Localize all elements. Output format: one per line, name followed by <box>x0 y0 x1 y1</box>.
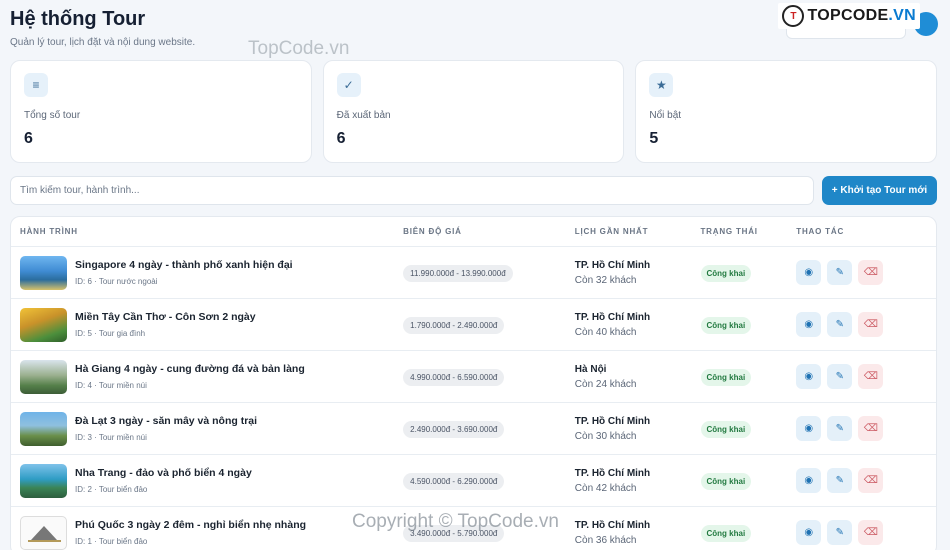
stat-card-featured: ★ Nổi bật 5 <box>635 60 938 163</box>
tour-meta: ID: 2 · Tour biển đảo <box>75 485 148 494</box>
column-header-status[interactable]: Trạng thái <box>701 227 797 236</box>
price-range: 3.490.000đ - 5.790.000đ <box>403 525 505 542</box>
stat-value: 6 <box>24 130 33 147</box>
tour-thumbnail <box>20 359 67 394</box>
stat-label: Tổng số tour <box>24 110 81 121</box>
seats-left: Còn 36 khách <box>574 534 637 546</box>
column-header-journey[interactable]: Hành trình <box>11 227 403 236</box>
check-icon: ✓ <box>336 73 361 97</box>
tour-table: Hành trình Biên độ giá Lịch gần nhất Trạ… <box>10 216 937 550</box>
tour-name[interactable]: Miền Tây Cần Thơ - Côn Sơn 2 ngày <box>75 311 256 323</box>
column-header-actions: Thao tác <box>796 227 845 236</box>
column-header-price[interactable]: Biên độ giá <box>403 227 575 236</box>
brand-mark-icon: T <box>782 5 805 27</box>
stats-row: ≡ Tổng số tour 6 ✓ Đã xuất bản 6 ★ Nổi b… <box>10 60 938 163</box>
column-header-schedule[interactable]: Lịch gần nhất <box>575 227 701 236</box>
table-row: Miền Tây Cần Thơ - Côn Sơn 2 ngày ID: 5 ·… <box>11 299 936 351</box>
table-row: Singapore 4 ngày - thành phố xanh hiện đ… <box>11 247 936 299</box>
departure-city: TP. Hồ Chí Minh <box>574 259 651 271</box>
pencil-icon[interactable]: ✎ <box>827 260 853 285</box>
seats-left: Còn 42 khách <box>574 482 637 494</box>
eye-icon[interactable]: ◉ <box>796 312 822 337</box>
table-row: Nha Trang - đảo và phố biển 4 ngày ID: 2 … <box>11 455 936 507</box>
stat-card-total: ≡ Tổng số tour 6 <box>10 60 312 163</box>
tour-name[interactable]: Đà Lạt 3 ngày - săn mây và nông trại <box>75 415 257 427</box>
seats-left: Còn 32 khách <box>574 274 637 286</box>
status-badge: Công khai <box>700 369 752 386</box>
price-range: 2.490.000đ - 3.690.000đ <box>403 421 505 438</box>
eye-icon[interactable]: ◉ <box>796 520 822 545</box>
departure-city: TP. Hồ Chí Minh <box>574 467 651 479</box>
list-icon: ≡ <box>24 73 48 97</box>
page-subtitle: Quản lý tour, lịch đặt và nội dung websi… <box>10 37 196 48</box>
table-header: Hành trình Biên độ giá Lịch gần nhất Trạ… <box>11 217 936 247</box>
tour-thumbnail <box>20 255 67 290</box>
pencil-icon[interactable]: ✎ <box>827 364 853 389</box>
create-tour-button[interactable]: + Khởi tạo Tour mới <box>822 176 937 205</box>
toolbar: Tìm kiếm tour, hành trình... + Khởi tạo … <box>10 176 937 205</box>
pencil-icon[interactable]: ✎ <box>827 520 853 545</box>
tour-meta: ID: 1 · Tour biển đảo <box>75 537 148 546</box>
departure-city: TP. Hồ Chí Minh <box>574 415 651 427</box>
eye-icon[interactable]: ◉ <box>796 416 822 441</box>
price-range: 4.990.000đ - 6.590.000đ <box>403 369 505 386</box>
price-range: 4.590.000đ - 6.290.000đ <box>403 473 505 490</box>
price-range: 11.990.000đ - 13.990.000đ <box>403 265 513 282</box>
tour-name[interactable]: Hà Giang 4 ngày - cung đường đá và bản l… <box>75 363 305 375</box>
page-header: Hệ thống Tour Quản lý tour, lịch đặt và … <box>10 8 195 48</box>
brand-logo: T TOPCODE.VN <box>778 3 920 29</box>
stat-label: Đã xuất bản <box>336 110 391 121</box>
tour-search-input[interactable]: Tìm kiếm tour, hành trình... <box>10 176 814 205</box>
pencil-icon[interactable]: ✎ <box>827 468 853 493</box>
seats-left: Còn 30 khách <box>574 430 637 442</box>
status-badge: Công khai <box>700 265 752 282</box>
eye-icon[interactable]: ◉ <box>796 468 822 493</box>
tour-meta: ID: 5 · Tour gia đình <box>75 329 146 338</box>
delete-icon[interactable]: ⌫ <box>858 468 884 493</box>
brand-name: TOPCODE <box>807 7 889 24</box>
star-icon: ★ <box>649 73 674 97</box>
pencil-icon[interactable]: ✎ <box>827 416 853 441</box>
stat-value: 6 <box>336 130 346 147</box>
price-range: 1.790.000đ - 2.490.000đ <box>403 317 505 334</box>
tour-meta: ID: 4 · Tour miền núi <box>75 381 147 390</box>
status-badge: Công khai <box>700 421 752 438</box>
delete-icon[interactable]: ⌫ <box>858 416 884 441</box>
tour-name[interactable]: Nha Trang - đảo và phố biển 4 ngày <box>75 467 252 479</box>
stat-label: Nổi bật <box>649 110 682 121</box>
watermark-top: TopCode.vn <box>248 38 350 59</box>
tour-name[interactable]: Phú Quốc 3 ngày 2 đêm - nghỉ biển nhẹ nh… <box>75 519 306 531</box>
tour-meta: ID: 6 · Tour nước ngoài <box>75 277 158 286</box>
tour-thumbnail <box>20 411 67 446</box>
departure-city: Hà Nội <box>574 363 607 375</box>
page-title: Hệ thống Tour <box>10 8 146 30</box>
status-badge: Công khai <box>700 317 752 334</box>
tour-name[interactable]: Singapore 4 ngày - thành phố xanh hiện đ… <box>75 259 293 271</box>
tour-meta: ID: 3 · Tour miền núi <box>75 433 147 442</box>
stat-card-published: ✓ Đã xuất bản 6 <box>322 60 625 163</box>
pencil-icon[interactable]: ✎ <box>827 312 853 337</box>
delete-icon[interactable]: ⌫ <box>858 364 884 389</box>
delete-icon[interactable]: ⌫ <box>858 520 884 545</box>
departure-city: TP. Hồ Chí Minh <box>574 519 651 531</box>
delete-icon[interactable]: ⌫ <box>858 260 884 285</box>
tour-thumbnail <box>20 463 67 498</box>
stat-value: 5 <box>649 130 659 147</box>
seats-left: Còn 24 khách <box>574 378 637 390</box>
seats-left: Còn 40 khách <box>574 326 637 338</box>
table-row: Phú Quốc 3 ngày 2 đêm - nghỉ biển nhẹ nh… <box>11 507 936 550</box>
brand-suffix: .VN <box>888 7 916 24</box>
tour-thumbnail-placeholder <box>20 515 67 550</box>
status-badge: Công khai <box>700 473 752 490</box>
eye-icon[interactable]: ◉ <box>796 260 822 285</box>
departure-city: TP. Hồ Chí Minh <box>574 311 651 323</box>
table-row: Hà Giang 4 ngày - cung đường đá và bản l… <box>11 351 936 403</box>
eye-icon[interactable]: ◉ <box>796 364 822 389</box>
delete-icon[interactable]: ⌫ <box>858 312 884 337</box>
table-row: Đà Lạt 3 ngày - săn mây và nông trại ID: … <box>11 403 936 455</box>
status-badge: Công khai <box>700 525 752 542</box>
tour-thumbnail <box>20 307 67 342</box>
